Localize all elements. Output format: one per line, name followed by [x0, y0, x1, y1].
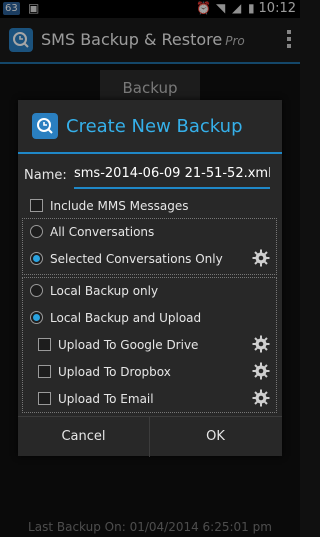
local-backup-only-row[interactable]: Local Backup only [18, 279, 282, 303]
include-mms-label: Include MMS Messages [50, 199, 189, 213]
upload-dropbox-checkbox[interactable] [38, 365, 51, 378]
dialog-title: Create New Backup [66, 116, 243, 137]
all-conversations-row[interactable]: All Conversations [18, 220, 282, 244]
selected-conversations-radio[interactable] [30, 252, 43, 265]
local-backup-only-label: Local Backup only [50, 284, 159, 298]
selected-conversations-label: Selected Conversations Only [50, 252, 223, 266]
upload-dropbox-row[interactable]: Upload To Dropbox [18, 360, 282, 384]
selected-conversations-row[interactable]: Selected Conversations Only [18, 247, 282, 271]
create-backup-dialog: Create New Backup Name: sms-2014-06-09 2… [18, 100, 282, 457]
upload-email-checkbox[interactable] [38, 392, 51, 405]
dropbox-settings-gear-icon[interactable] [252, 362, 270, 380]
dialog-header: Create New Backup [18, 100, 282, 154]
upload-google-drive-row[interactable]: Upload To Google Drive [18, 333, 282, 357]
upload-email-label: Upload To Email [58, 392, 154, 406]
include-mms-checkbox[interactable] [30, 199, 43, 212]
local-backup-only-radio[interactable] [30, 284, 43, 297]
upload-google-drive-label: Upload To Google Drive [58, 338, 199, 352]
name-label: Name: [24, 168, 67, 183]
local-backup-upload-radio[interactable] [30, 311, 43, 324]
local-backup-upload-row[interactable]: Local Backup and Upload [18, 306, 282, 330]
all-conversations-radio[interactable] [30, 225, 43, 238]
backup-name-input[interactable]: sms-2014-06-09 21-51-52.xml [74, 161, 270, 189]
conversations-settings-gear-icon[interactable] [252, 249, 270, 267]
upload-email-row[interactable]: Upload To Email [18, 387, 282, 411]
local-backup-upload-label: Local Backup and Upload [50, 311, 202, 325]
google-drive-settings-gear-icon[interactable] [252, 335, 270, 353]
dialog-logo-icon [32, 113, 58, 139]
email-settings-gear-icon[interactable] [252, 389, 270, 407]
upload-dropbox-label: Upload To Dropbox [58, 365, 171, 379]
dialog-button-bar: Cancel OK [18, 416, 282, 457]
cancel-button[interactable]: Cancel [18, 417, 150, 457]
all-conversations-label: All Conversations [50, 225, 155, 239]
ok-button[interactable]: OK [150, 417, 281, 457]
include-mms-row[interactable]: Include MMS Messages [18, 194, 282, 218]
upload-google-drive-checkbox[interactable] [38, 338, 51, 351]
